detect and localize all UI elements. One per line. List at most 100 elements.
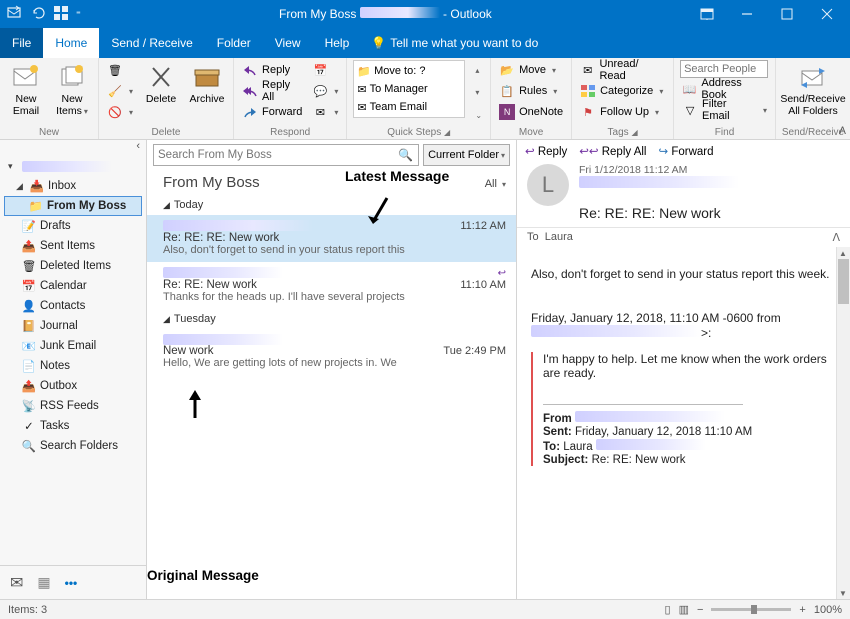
group-label-find: Find [674, 127, 775, 138]
delete-button[interactable]: Delete [141, 60, 181, 125]
group-tuesday[interactable]: ◢Tuesday [147, 309, 516, 329]
clean-up-button[interactable]: 🧹▾ [105, 81, 135, 101]
tab-view[interactable]: View [263, 28, 313, 58]
message-preview: Thanks for the heads up. I'll have sever… [163, 291, 506, 303]
address-book-button[interactable]: 📖Address Book [680, 79, 769, 99]
reading-scrollbar[interactable]: ▲ ▼ [836, 247, 850, 599]
message-item-0[interactable]: 11:12 AM Re: RE: RE: New work Also, don'… [147, 215, 516, 262]
onenote-button[interactable]: NOneNote [497, 102, 565, 122]
expand-header-icon[interactable]: ᐱ [832, 231, 840, 244]
mail-module-icon[interactable]: ✉ [10, 573, 23, 593]
group-delete: 🗑 🧹▾ 🚫▾ Delete Archive Delete [99, 58, 234, 139]
zoom-in-icon[interactable]: + [799, 604, 805, 616]
close-button[interactable] [810, 2, 844, 26]
quick-steps-down[interactable]: ▾ [471, 83, 484, 103]
tab-help[interactable]: Help [313, 28, 362, 58]
ignore-icon: 🗑 [107, 62, 123, 78]
calendar-module-icon[interactable]: ▦ [37, 574, 50, 591]
more-respond-button[interactable]: ✉▾ [310, 102, 340, 122]
group-today[interactable]: ◢Today [147, 195, 516, 215]
folder-deleted-items[interactable]: 🗑Deleted Items [4, 256, 142, 276]
read-reply-button[interactable]: ↩ Reply [525, 144, 567, 158]
unread-read-button[interactable]: ✉Unread/ Read [578, 60, 667, 80]
new-items-icon [57, 62, 87, 92]
collapse-folder-pane[interactable]: ‹ [0, 140, 146, 154]
qat-send-receive-icon[interactable] [6, 5, 22, 24]
account-root[interactable]: ▾ [4, 156, 142, 176]
filter-dropdown[interactable]: All ▾ [485, 178, 506, 190]
followup-button[interactable]: ⚑Follow Up▾ [578, 102, 667, 122]
tab-home[interactable]: Home [43, 28, 99, 58]
rules-button[interactable]: 📋Rules▾ [497, 81, 565, 101]
forward-button[interactable]: Forward [240, 102, 304, 122]
message-date: Fri 1/12/2018 11:12 AM [579, 164, 840, 176]
search-icon[interactable]: 🔍 [393, 148, 418, 162]
tab-send-receive[interactable]: Send / Receive [99, 28, 204, 58]
send-receive-all-button[interactable]: Send/Receive All Folders [782, 60, 844, 125]
message-time: Tue 2:49 PM [443, 345, 506, 357]
folder-outbox[interactable]: 📤Outbox [4, 376, 142, 396]
search-mail-box[interactable]: 🔍 [153, 144, 419, 166]
folder-inbox[interactable]: ◢📥Inbox [4, 176, 142, 196]
archive-button[interactable]: Archive [187, 60, 227, 125]
folder-drafts[interactable]: 📝Drafts [4, 216, 142, 236]
trash-icon: 🗑 [22, 259, 36, 273]
scroll-up-icon[interactable]: ▲ [836, 247, 850, 259]
ribbon-tabs: File Home Send / Receive Folder View Hel… [0, 28, 850, 58]
view-normal-icon[interactable]: ▯ [665, 603, 671, 616]
folder-sent-items[interactable]: 📤Sent Items [4, 236, 142, 256]
quick-steps-gallery[interactable]: 📁Move to: ? ✉To Manager ✉Team Email [353, 60, 465, 118]
more-modules-icon[interactable]: ••• [65, 576, 78, 590]
folder-junk[interactable]: 📧Junk Email [4, 336, 142, 356]
zoom-slider[interactable] [711, 608, 791, 611]
folder-search-folders[interactable]: 🔍Search Folders [4, 436, 142, 456]
new-email-button[interactable]: New Email [6, 60, 46, 125]
scroll-thumb[interactable] [838, 259, 849, 304]
tell-me-search[interactable]: 💡 Tell me what you want to do [361, 28, 538, 58]
search-mail-input[interactable] [154, 149, 393, 161]
folder-tasks[interactable]: ✓Tasks [4, 416, 142, 436]
tab-file[interactable]: File [0, 28, 43, 58]
meeting-button[interactable]: 📅 [310, 60, 340, 80]
folder-journal[interactable]: 📔Journal [4, 316, 142, 336]
folder-header: From My Boss [163, 174, 260, 191]
onenote-icon: N [499, 104, 515, 120]
message-list: 🔍 Current Folder▾ From My Boss All ▾ ◢To… [147, 140, 517, 599]
minimize-button[interactable] [730, 2, 764, 26]
folder-from-my-boss[interactable]: 📁From My Boss [4, 196, 142, 216]
search-scope-dropdown[interactable]: Current Folder▾ [423, 144, 510, 166]
search-folder-icon: 🔍 [22, 439, 36, 453]
junk-button[interactable]: 🚫▾ [105, 102, 135, 122]
read-forward-button[interactable]: ↪ Forward [658, 144, 713, 158]
message-item-2[interactable]: New workTue 2:49 PM Hello, We are gettin… [147, 329, 516, 375]
quick-steps-up[interactable]: ▴ [471, 60, 484, 80]
read-reply-all-button[interactable]: ↩↩ Reply All [579, 144, 646, 158]
categorize-button[interactable]: Categorize▾ [578, 81, 667, 101]
folder-rss[interactable]: 📡RSS Feeds [4, 396, 142, 416]
move-button[interactable]: 📂Move▾ [497, 60, 565, 80]
im-button[interactable]: 💬▾ [310, 81, 340, 101]
reply-all-button[interactable]: Reply All [240, 81, 304, 101]
group-label-new: New [0, 127, 98, 138]
junk-folder-icon: 📧 [22, 339, 36, 353]
folder-calendar[interactable]: 📅Calendar [4, 276, 142, 296]
reply-button[interactable]: Reply [240, 60, 304, 80]
new-items-button[interactable]: New Items▾ [52, 60, 92, 125]
quick-steps-more[interactable]: ⌄ [471, 105, 484, 125]
folder-contacts[interactable]: 👤Contacts [4, 296, 142, 316]
view-reading-icon[interactable]: ▥ [679, 603, 689, 616]
zoom-out-icon[interactable]: − [697, 604, 703, 616]
qat-undo-icon[interactable] [30, 5, 46, 24]
collapse-ribbon-icon[interactable]: ᐱ [839, 126, 846, 137]
tab-folder[interactable]: Folder [205, 28, 263, 58]
message-item-1[interactable]: ↩ Re: RE: New work11:10 AM Thanks for th… [147, 262, 516, 309]
ribbon-options-icon[interactable] [690, 2, 724, 26]
filter-email-button[interactable]: ▽Filter Email▾ [680, 100, 769, 120]
ignore-button[interactable]: 🗑 [105, 60, 135, 80]
search-people-input[interactable] [680, 60, 768, 78]
maximize-button[interactable] [770, 2, 804, 26]
lightbulb-icon: 💡 [371, 36, 386, 50]
qat-grid-icon[interactable] [54, 6, 68, 23]
folder-notes[interactable]: 📄Notes [4, 356, 142, 376]
scroll-down-icon[interactable]: ▼ [836, 587, 850, 599]
